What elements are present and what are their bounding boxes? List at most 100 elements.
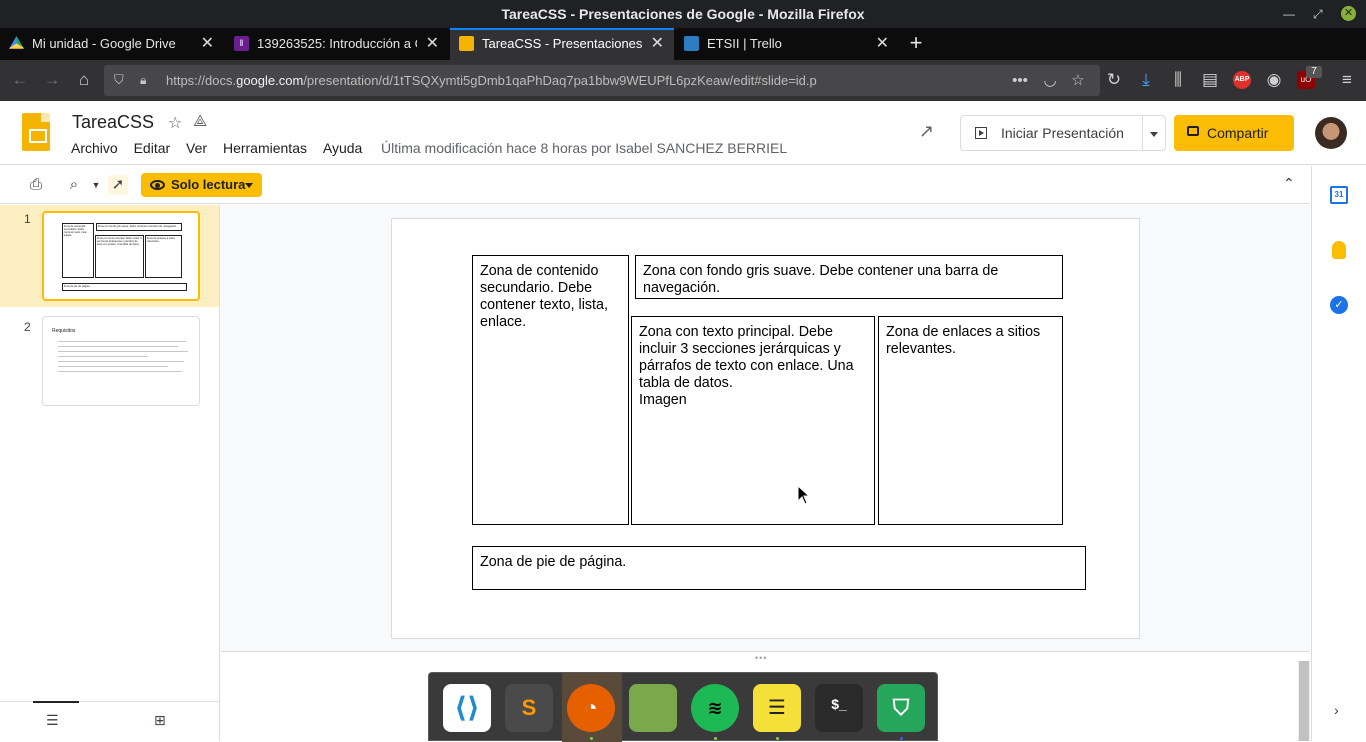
menu-herramientas[interactable]: Herramientas bbox=[223, 140, 307, 156]
close-tab-icon[interactable]: ✕ bbox=[426, 28, 439, 60]
editor-toolbar: ⎙ ⌕ ▼ ➚ Solo lectura ⌃ bbox=[0, 166, 1310, 204]
close-window-icon[interactable]: ✕ bbox=[1341, 6, 1356, 21]
notes-icon[interactable]: ☰ bbox=[753, 684, 801, 732]
google-slides-logo-icon[interactable] bbox=[22, 113, 50, 151]
browser-tab-strip: Mi unidad - Google Drive ✕ ‖ 139263525: … bbox=[0, 28, 1366, 60]
filmstrip-slide-1[interactable]: 1 Zona de contenido secundario. Debe con… bbox=[0, 205, 219, 307]
adblock-plus-icon[interactable]: ABP bbox=[1233, 71, 1251, 89]
running-indicator bbox=[590, 737, 593, 740]
tab-google-drive[interactable]: Mi unidad - Google Drive ✕ bbox=[0, 28, 224, 60]
shield-icon[interactable]: ⛉ bbox=[877, 684, 925, 732]
window-title: TareaCSS - Presentaciones de Google - Mo… bbox=[501, 6, 865, 22]
move-to-drive-icon[interactable]: ⟁ bbox=[193, 113, 207, 131]
calendar-icon[interactable]: 31 bbox=[1330, 186, 1348, 204]
present-icon bbox=[975, 127, 987, 139]
filmstrip-slide-2[interactable]: 2 Requisitos bbox=[0, 313, 219, 413]
tab-label: 139263525: Introducción a CSS bbox=[257, 36, 417, 51]
hamburger-menu-icon[interactable]: ≡ bbox=[1336, 69, 1358, 91]
google-drive-icon bbox=[9, 36, 24, 49]
url-text[interactable]: https://docs.google.com/presentation/d/1… bbox=[166, 65, 817, 96]
close-tab-icon[interactable]: ✕ bbox=[876, 28, 889, 60]
pocket-icon[interactable]: ◡ bbox=[1040, 71, 1060, 91]
home-icon[interactable]: ⌂ bbox=[73, 69, 95, 91]
navigation-toolbar: ← → ⌂ ⛉ 🔒︎ https://docs.google.com/prese… bbox=[0, 60, 1366, 101]
share-label: Compartir bbox=[1207, 125, 1269, 141]
menu-ayuda[interactable]: Ayuda bbox=[323, 140, 362, 156]
box-secondary-content[interactable]: Zona de contenido secundario. Debe conte… bbox=[472, 255, 629, 525]
account-icon[interactable]: ◉ bbox=[1263, 69, 1285, 91]
tasks-icon[interactable]: ✓ bbox=[1330, 296, 1348, 314]
chevron-right-icon[interactable]: › bbox=[1334, 702, 1339, 718]
grid-view-icon[interactable]: ⊞ bbox=[154, 712, 166, 729]
thumb-text-line bbox=[58, 346, 178, 347]
tab-slides[interactable]: TareaCSS - Presentaciones de Google ✕ bbox=[450, 28, 674, 60]
thumb-box-secondary: Zona de contenido secundario. Debe conte… bbox=[62, 223, 94, 278]
share-button[interactable]: Compartir bbox=[1174, 115, 1294, 151]
folder-icon[interactable] bbox=[629, 684, 677, 732]
new-tab-button[interactable]: + bbox=[903, 28, 929, 60]
keep-icon[interactable] bbox=[1332, 241, 1346, 259]
box-footer-text: Zona de pie de página. bbox=[480, 554, 627, 570]
box-secondary-text: Zona de contenido secundario. Debe conte… bbox=[480, 263, 608, 330]
tab-trello[interactable]: ETSII | Trello ✕ bbox=[675, 28, 899, 60]
back-arrow-icon[interactable]: ← bbox=[9, 69, 31, 91]
tracking-shield-icon[interactable]: ⛉ bbox=[114, 72, 128, 88]
menu-archivo[interactable]: Archivo bbox=[71, 140, 118, 156]
avatar[interactable] bbox=[1315, 117, 1347, 149]
desktop-dock: ⟨⟩ S ◔ ≋ ☰ $_ ⛉ bbox=[428, 672, 938, 742]
bookmark-star-icon[interactable]: ☆ bbox=[1068, 71, 1088, 91]
slide-page[interactable]: Zona de contenido secundario. Debe conte… bbox=[391, 218, 1140, 639]
filmstrip-view-icon[interactable]: ☰ bbox=[46, 712, 59, 729]
firefox-icon[interactable]: ◔ bbox=[567, 684, 615, 732]
minimize-icon[interactable]: — bbox=[1283, 0, 1295, 28]
present-button[interactable]: Iniciar Presentación bbox=[960, 115, 1143, 151]
close-tab-icon[interactable]: ✕ bbox=[201, 28, 214, 60]
notes-resize-handle[interactable]: ••• bbox=[221, 651, 1310, 663]
activity-dashboard-icon[interactable]: ↗ bbox=[919, 121, 934, 142]
vscode-icon[interactable]: ⟨⟩ bbox=[443, 684, 491, 732]
thumb-box-nav: Zona con fondo gris suave. Debe contener… bbox=[96, 223, 182, 231]
padlock-icon[interactable]: 🔒︎ bbox=[140, 72, 154, 88]
thumb-title: Requisitos bbox=[52, 328, 76, 334]
maximize-icon[interactable]: ⤢ bbox=[1313, 0, 1323, 28]
last-modified-text[interactable]: Última modificación hace 8 horas por Isa… bbox=[381, 140, 787, 156]
tab-label: Mi unidad - Google Drive bbox=[32, 36, 176, 51]
box-main-content[interactable]: Zona con texto principal. Debe incluir 3… bbox=[631, 316, 875, 525]
close-tab-icon[interactable]: ✕ bbox=[651, 30, 664, 58]
library-icon[interactable]: ⫼ bbox=[1167, 69, 1189, 91]
ublock-count-badge: 7 bbox=[1306, 66, 1322, 78]
tab-twitch[interactable]: ‖ 139263525: Introducción a CSS ✕ bbox=[225, 28, 449, 60]
box-footer[interactable]: Zona de pie de página. bbox=[472, 546, 1086, 590]
thumb-text-line bbox=[58, 371, 182, 372]
slide-filmstrip: 1 Zona de contenido secundario. Debe con… bbox=[0, 205, 220, 741]
box-links[interactable]: Zona de enlaces a sitios relevantes. bbox=[878, 316, 1063, 525]
menu-ver[interactable]: Ver bbox=[186, 140, 207, 156]
download-icon[interactable]: ⤓ bbox=[1135, 69, 1157, 91]
forward-arrow-icon[interactable]: → bbox=[41, 69, 63, 91]
spotify-icon[interactable]: ≋ bbox=[691, 684, 739, 732]
page-actions-icon[interactable]: ••• bbox=[1010, 71, 1030, 91]
document-title[interactable]: TareaCSS bbox=[72, 112, 154, 133]
slide-thumbnail[interactable]: Zona de contenido secundario. Debe conte… bbox=[42, 211, 200, 301]
url-bar[interactable]: ⛉ 🔒︎ https://docs.google.com/presentatio… bbox=[104, 65, 1100, 96]
slide-number: 2 bbox=[24, 320, 31, 334]
scrollbar-thumb[interactable] bbox=[1299, 661, 1309, 741]
star-icon[interactable]: ☆ bbox=[168, 113, 182, 133]
collapse-menus-icon[interactable]: ⌃ bbox=[1283, 175, 1295, 192]
box-navigation[interactable]: Zona con fondo gris suave. Debe contener… bbox=[635, 255, 1063, 299]
sidebar-icon[interactable]: ▤ bbox=[1199, 69, 1221, 91]
print-icon[interactable]: ⎙ bbox=[26, 175, 46, 195]
view-mode-dropdown[interactable]: Solo lectura bbox=[141, 173, 262, 197]
reload-icon[interactable]: ↻ bbox=[1103, 69, 1125, 91]
vertical-scrollbar[interactable] bbox=[1298, 661, 1310, 741]
thumb-text-line bbox=[58, 341, 186, 342]
menu-editar[interactable]: Editar bbox=[134, 140, 171, 156]
twitch-icon: ‖ bbox=[234, 36, 249, 51]
present-dropdown-button[interactable] bbox=[1142, 115, 1166, 151]
zoom-icon[interactable]: ⌕ bbox=[64, 175, 84, 195]
select-pointer-icon[interactable]: ➚ bbox=[108, 175, 128, 195]
sublime-text-icon[interactable]: S bbox=[505, 684, 553, 732]
slide-thumbnail[interactable]: Requisitos bbox=[42, 316, 200, 406]
zoom-dropdown-icon[interactable]: ▼ bbox=[86, 175, 106, 195]
terminal-icon[interactable]: $_ bbox=[815, 684, 863, 732]
